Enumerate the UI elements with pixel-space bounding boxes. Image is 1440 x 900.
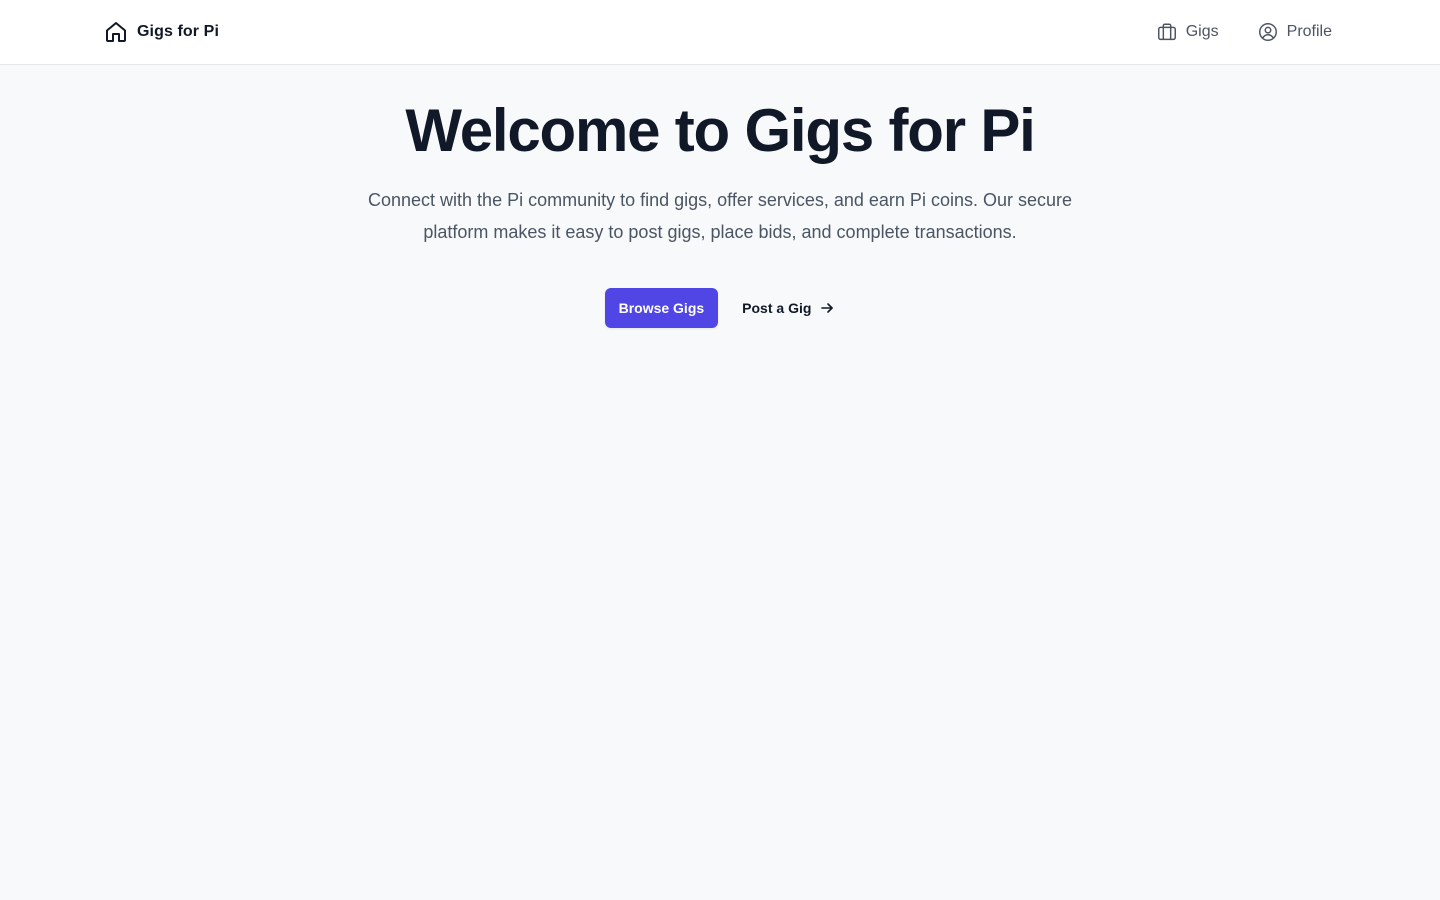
brand-label: Gigs for Pi <box>137 23 219 40</box>
user-circle-icon <box>1258 23 1277 41</box>
briefcase-icon <box>1157 23 1176 41</box>
nav-links: Gigs Profile <box>1156 20 1332 44</box>
nav-link-profile-label: Profile <box>1286 23 1332 40</box>
hero-section: Welcome to Gigs for Pi Connect with the … <box>0 65 1440 328</box>
hero-actions: Browse Gigs Post a Gig <box>0 288 1440 328</box>
brand-home-link[interactable]: Gigs for Pi <box>104 20 219 44</box>
hero-title: Welcome to Gigs for Pi <box>405 97 1035 164</box>
top-navbar: Gigs for Pi Gigs Profile <box>0 0 1440 65</box>
post-gig-link[interactable]: Post a Gig <box>742 288 835 328</box>
nav-link-gigs[interactable]: Gigs <box>1156 21 1219 43</box>
nav-link-profile[interactable]: Profile <box>1257 21 1332 43</box>
post-gig-label: Post a Gig <box>742 300 812 316</box>
hero-subtitle: Connect with the Pi community to find gi… <box>368 190 1072 242</box>
home-icon <box>106 22 126 42</box>
browse-gigs-button[interactable]: Browse Gigs <box>604 288 719 328</box>
nav-link-gigs-label: Gigs <box>1185 23 1219 40</box>
arrow-right-icon <box>821 303 834 313</box>
